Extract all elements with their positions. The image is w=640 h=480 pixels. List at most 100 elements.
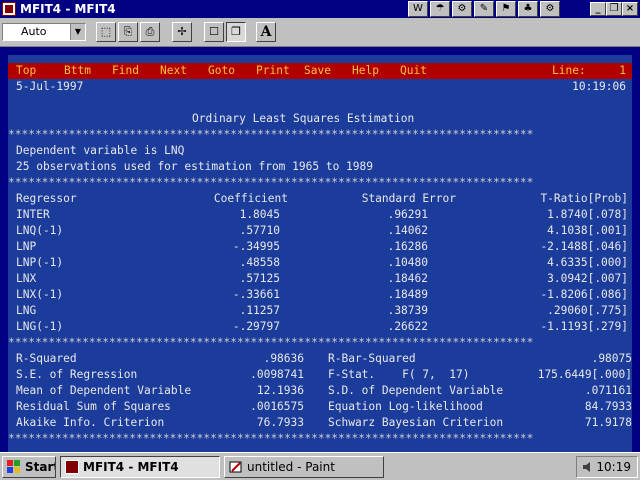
stat-label: R-Squared (16, 352, 77, 365)
row-t: 4.6335[.000] (547, 256, 628, 269)
start-label: Start (25, 460, 56, 474)
system-tray: 10:19 (576, 456, 638, 478)
console-window[interactable]: Top Bttm Find Next Goto Print Save Help … (0, 47, 640, 452)
row-name: LNG (16, 304, 37, 317)
paste-icon[interactable]: ⎙ (140, 22, 160, 42)
report-title: Ordinary Least Squares Estimation (192, 112, 415, 125)
separator-line: ****************************************… (8, 432, 534, 445)
row-t: -1.8206[.086] (540, 288, 628, 301)
stat-value: 175.6449[.000] (537, 368, 632, 381)
stat-label: F-Stat. F( 7, 17) (328, 368, 470, 381)
font-size-value: Auto (21, 25, 47, 38)
row-se: .26622 (387, 320, 428, 333)
paint-icon (229, 460, 243, 474)
club-icon[interactable]: ♣ (518, 1, 538, 17)
stat-label: S.D. of Dependent Variable (328, 384, 504, 397)
column-header-std-error: Standard Error (361, 192, 456, 205)
stat-value: .071161 (584, 384, 632, 397)
row-name: INTER (16, 208, 50, 221)
start-button[interactable]: Start (2, 456, 56, 478)
app-icon[interactable] (2, 2, 16, 16)
menu-print[interactable]: Print (256, 63, 290, 79)
row-coef: .11257 (239, 304, 280, 317)
separator-line: ****************************************… (8, 128, 534, 141)
column-header-regressor: Regressor (16, 192, 77, 205)
window-title: MFIT4 - MFIT4 (20, 2, 116, 16)
background-icon[interactable]: ❐ (226, 22, 246, 42)
line-value: 1 (619, 64, 626, 77)
row-name: LNQ(-1) (16, 224, 64, 237)
stat-label: Mean of Dependent Variable (16, 384, 192, 397)
row-t: -2.1488[.046] (540, 240, 628, 253)
column-header-t-ratio: T-Ratio[Prob] (540, 192, 628, 205)
report-date: 5-Jul-1997 (16, 80, 84, 93)
menu-help[interactable]: Help (352, 63, 379, 79)
properties-icon[interactable]: ☐ (204, 22, 224, 42)
copy-icon[interactable]: ⎘ (118, 22, 138, 42)
minimize-button[interactable]: _ (590, 2, 606, 16)
row-se: .96291 (387, 208, 428, 221)
stat-value: 84.7933 (584, 400, 632, 413)
mark-icon[interactable]: ⬚ (96, 22, 116, 42)
menu-goto[interactable]: Goto (208, 63, 235, 79)
row-t: -1.1193[.279] (540, 320, 628, 333)
column-header-coefficient: Coefficient (213, 192, 288, 205)
stat-label: S.E. of Regression (16, 368, 138, 381)
row-name: LNX(-1) (16, 288, 64, 301)
stat-value: .98075 (591, 352, 632, 365)
fullscreen-icon[interactable]: ✢ (172, 22, 192, 42)
taskbar: Start MFIT4 - MFIT4 untitled - Paint 10:… (0, 452, 640, 480)
task-paint[interactable]: untitled - Paint (224, 456, 384, 478)
pencil-icon[interactable]: ✎ (474, 1, 494, 17)
app-icon (65, 460, 79, 474)
row-se: .10480 (387, 256, 428, 269)
flag-icon[interactable]: ⚑ (496, 1, 516, 17)
row-se: .18462 (387, 272, 428, 285)
clock[interactable]: 10:19 (596, 457, 631, 477)
tools-icon[interactable]: ⚙ (540, 1, 560, 17)
writer-icon[interactable]: W (408, 1, 428, 17)
row-t: 3.0942[.007] (547, 272, 628, 285)
title-bar[interactable]: MFIT4 - MFIT4 W ☂ ⚙ ✎ ⚑ ♣ ⚙ _ ❐ × (0, 0, 640, 18)
stat-label: Akaike Info. Criterion (16, 416, 165, 429)
row-se: .16286 (387, 240, 428, 253)
settings-icon[interactable]: ⚙ (452, 1, 472, 17)
chevron-down-icon[interactable]: ▼ (70, 24, 85, 40)
row-coef: -.33661 (232, 288, 280, 301)
menu-save[interactable]: Save (304, 63, 331, 79)
row-name: LNP(-1) (16, 256, 64, 269)
separator-line: ****************************************… (8, 336, 534, 349)
speaker-icon[interactable] (581, 460, 595, 474)
restore-button[interactable]: ❐ (606, 2, 622, 16)
stat-label: Schwarz Bayesian Criterion (328, 416, 504, 429)
row-coef: .57710 (239, 224, 280, 237)
menu-find[interactable]: Find (112, 63, 139, 79)
report-time: 10:19:06 (572, 80, 626, 93)
menu-top[interactable]: Top (16, 63, 36, 79)
stat-value: 76.7933 (256, 416, 304, 429)
font-icon[interactable]: A (256, 22, 276, 42)
stat-value: 12.1936 (256, 384, 304, 397)
close-button[interactable]: × (622, 2, 638, 16)
toolbar: Auto ▼ ⬚ ⎘ ⎙ ✢ ☐ ❐ A (0, 18, 640, 47)
menu-next[interactable]: Next (160, 63, 187, 79)
row-name: LNG(-1) (16, 320, 64, 333)
menu-bottom[interactable]: Bttm (64, 63, 91, 79)
clipart-icon[interactable]: ☂ (430, 1, 450, 17)
row-coef: -.29797 (232, 320, 280, 333)
stat-value: .0016575 (250, 400, 304, 413)
stat-value: .0098741 (250, 368, 304, 381)
stat-value: 71.9178 (584, 416, 632, 429)
font-size-select[interactable]: Auto ▼ (2, 23, 86, 41)
row-se: .38739 (387, 304, 428, 317)
stat-label: Residual Sum of Squares (16, 400, 171, 413)
stat-value: .98636 (263, 352, 304, 365)
menu-quit[interactable]: Quit (400, 63, 427, 79)
windows-logo-icon (7, 460, 21, 474)
task-mfit4[interactable]: MFIT4 - MFIT4 (60, 456, 220, 478)
output-panel: Top Bttm Find Next Goto Print Save Help … (8, 55, 632, 452)
row-t: .29060[.775] (547, 304, 628, 317)
task-label: MFIT4 - MFIT4 (83, 460, 179, 474)
row-t: 1.8740[.078] (547, 208, 628, 221)
line-label: Line: (552, 64, 586, 77)
